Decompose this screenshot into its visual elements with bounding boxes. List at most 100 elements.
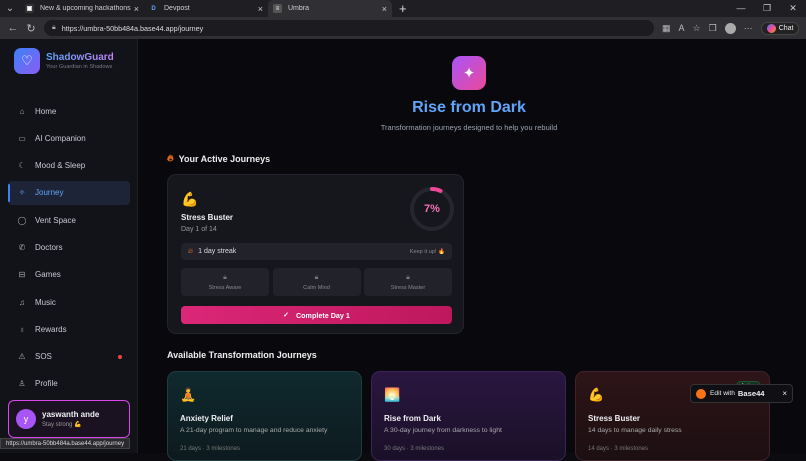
new-tab-icon[interactable]: + [392,1,414,16]
user-card[interactable]: y yaswanth ande Stay strong 💪 [8,400,130,438]
section-title: Your Active Journeys [178,153,271,164]
collections-icon[interactable]: ❒ [709,23,717,34]
sidebar-item-label: SOS [35,352,52,362]
gamepad-icon: ⊟ [18,270,26,280]
sidebar-item-label: Music [35,297,56,307]
close-tab-icon[interactable]: × [382,4,387,14]
streak-bar: 🔥︎ 1 day streak Keep it up! 🔥 [181,243,452,260]
sparkles-icon: ✦ [452,56,486,90]
browser-tab-devpost[interactable]: D Devpost × [144,0,268,17]
journey-title: Rise from Dark [384,414,441,423]
sidebar-item-label: Mood & Sleep [35,161,86,171]
chat-label: Chat [778,24,794,32]
journey-description: A 21-day program to manage and reduce an… [180,427,328,434]
sidebar-menu: ⌂ Home ▭ AI Companion ☾ Mood & Sleep ✧ Journ… [8,99,130,399]
favorite-icon[interactable]: ☆ [693,23,701,34]
umbra-icon: ≡ [273,4,282,13]
chat-icon: ▭ [18,133,26,143]
journey-emoji: 💪 [181,191,199,207]
journey-emoji: 💪 [588,387,605,402]
sidebar-item-music[interactable]: ♫ Music [8,290,130,314]
active-journeys-heading: 🔥︎ Your Active Journeys [167,153,270,164]
edit-brand: Base44 [737,389,765,398]
music-icon: ♫ [19,297,25,307]
award-icon: ♁ [19,324,25,334]
journey-title: Stress Buster [588,414,641,423]
browser-tab-umbra[interactable]: ≡ Umbra × [268,0,392,17]
status-url-tooltip: https://umbra-50bb484a.base44.app/journe… [0,438,131,449]
sidebar-item-label: Games [35,270,61,280]
url-field[interactable]: 🔒︎ https://umbra-50bb484a.base44.app/jou… [44,20,654,36]
sparkle-icon: ✧ [18,188,26,198]
journey-card-anxiety-relief[interactable]: 🧘 Anxiety Relief A 21-day program to man… [167,371,362,461]
progress-percent: 7% [424,203,440,215]
journey-description: 14 days to manage daily stress [588,427,682,434]
journey-title: Stress Buster [181,213,234,222]
lock-icon: 🔒︎ [52,24,56,31]
journey-emoji: 🌅 [384,387,401,402]
check-circle-icon: ✓ [283,312,289,319]
edit-with-base44-badge[interactable]: Edit with Base44 × [690,384,793,403]
tab-list-icon[interactable]: ⌄ [0,0,20,17]
milestone-card: 🔒︎ Stress Master [364,268,452,296]
sidebar-item-sos[interactable]: ⚠ SOS [8,345,130,369]
devpost-d-icon: D [151,5,156,12]
phone-icon: ✆ [18,242,26,252]
sidebar-item-label: Journey [35,188,64,198]
journey-title: Anxiety Relief [180,414,233,423]
brand[interactable]: ♡ ShadowGuard Your Guardian in Shadows [14,48,114,74]
sidebar-item-rewards[interactable]: ♁ Rewards [8,317,130,341]
sidebar-item-profile[interactable]: ♙ Profile [8,372,130,396]
milestone-card: 🔒︎ Calm Mind [272,268,361,296]
journey-emoji: 🧘 [180,387,197,402]
close-icon[interactable]: × [782,389,787,398]
close-window-icon[interactable]: ✕ [780,3,806,14]
back-icon[interactable]: ← [4,22,22,34]
home-icon: ⌂ [19,106,25,116]
milestone-label: Calm Mind [303,284,330,291]
bubble-icon: ◯ [17,215,27,225]
sidebar: ♡ ShadowGuard Your Guardian in Shadows ⌂… [0,39,138,453]
journey-description: A 30-day journey from darkness to light [384,427,502,434]
page-title: Rise from Dark [412,99,526,116]
sidebar-item-label: AI Companion [35,133,86,143]
progress-ring: 7% [409,186,455,232]
sidebar-item-vent-space[interactable]: ◯ Vent Space [8,208,130,232]
sidebar-item-mood-sleep[interactable]: ☾ Mood & Sleep [8,154,130,178]
milestone-label: Stress Master [390,284,426,291]
apps-icon[interactable]: ▦ [662,23,671,34]
copilot-chat-button[interactable]: Chat [760,21,800,35]
sidebar-item-games[interactable]: ⊟ Games [8,263,130,287]
user-name: yaswanth ande [42,410,100,419]
sidebar-item-home[interactable]: ⌂ Home [8,99,130,123]
url-text: https://umbra-50bb484a.base44.app/journe… [61,23,204,33]
sidebar-item-doctors[interactable]: ✆ Doctors [8,235,130,259]
address-bar: ← ↻ 🔒︎ https://umbra-50bb484a.base44.app… [0,17,806,39]
complete-day-label: Complete Day 1 [295,310,350,320]
close-tab-icon[interactable]: × [258,4,263,14]
tab-title: Umbra [288,5,310,12]
base44-logo-icon [696,388,706,399]
tab-title: New & upcoming hackathons - Ev [40,5,131,12]
browser-tab-bar: ⌄ ▣ New & upcoming hackathons - Ev × D D… [0,0,806,17]
profile-avatar-icon[interactable] [724,22,736,34]
complete-day-button[interactable]: ✓ Complete Day 1 [181,306,452,324]
browser-tools: ▦ A ☆ ❒ ··· Chat [662,21,800,35]
sidebar-item-label: Vent Space [35,215,76,225]
avatar: y [16,409,36,429]
sidebar-item-journey[interactable]: ✧ Journey [8,180,130,205]
more-icon[interactable]: ··· [744,23,753,33]
restore-icon[interactable]: ❐ [754,3,780,14]
sidebar-item-label: Profile [35,379,58,389]
minimize-icon[interactable]: — [728,3,754,14]
app-name: ShadowGuard [46,52,114,63]
read-aloud-icon[interactable]: A [679,23,685,33]
refresh-icon[interactable]: ↻ [22,22,40,35]
warning-icon: ⚠ [18,352,26,362]
browser-tab-hackathons[interactable]: ▣ New & upcoming hackathons - Ev × [20,0,144,17]
journey-card-rise-from-dark[interactable]: 🌅 Rise from Dark A 30-day journey from d… [371,371,566,461]
sidebar-item-ai-companion[interactable]: ▭ AI Companion [8,126,130,150]
edit-prefix: Edit with [710,390,735,397]
lock-icon: 🔒︎ [223,273,227,281]
close-tab-icon[interactable]: × [134,4,139,14]
